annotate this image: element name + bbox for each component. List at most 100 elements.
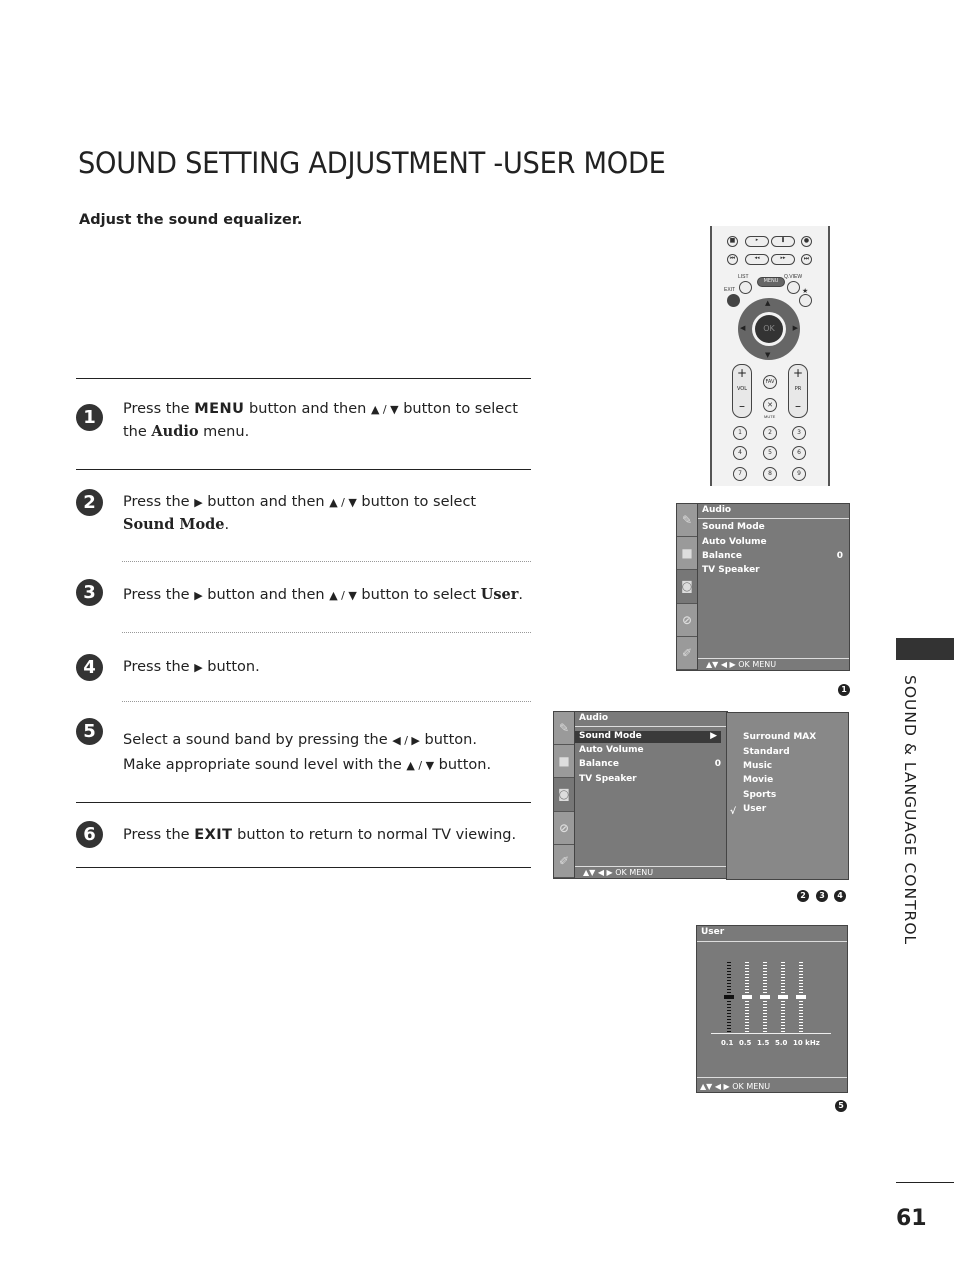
step-badge: 3 [816,890,828,902]
number-button[interactable]: 2 [763,426,777,440]
divider [76,802,531,803]
page-number-rule [896,1182,954,1183]
menu-item[interactable]: Auto Volume [579,745,721,755]
step-number: 4 [76,654,103,681]
step-4-text: Press the ▶ button. [123,659,260,675]
osd-footer-hint: ▲▼ ◀ ▶ OK MENU [583,868,654,877]
program-rocker[interactable]: + PR – [788,364,808,418]
osd-sound-mode-menu: ✎ ■ ◙ ⊘ ✐ Audio Sound Mode ▶ Auto Volume … [553,711,849,881]
eq-baseline [711,1033,831,1034]
navigation-ring[interactable]: OK ▲ ▼ ◀ ▶ [738,298,800,360]
number-button[interactable]: 7 [733,467,747,481]
dotted-divider [122,632,531,633]
qview-label: Q.VIEW [784,274,803,280]
time-icon: ⊘ [677,604,697,637]
osd-side-icons: ✎ ■ ◙ ⊘ ✐ [676,503,698,671]
star-button[interactable] [799,294,812,307]
number-button[interactable]: 9 [792,467,806,481]
tools-icon: ✐ [677,637,697,670]
pause-button[interactable]: ❚ [771,236,795,247]
dotted-divider [122,701,531,702]
menu-item[interactable]: TV Speaker [579,774,721,784]
exit-button[interactable] [727,294,740,307]
osd-header: Audio [579,713,609,723]
play-button[interactable]: ▸ [745,236,769,247]
osd-footer-hint: ▲▼ ◀ ▶ OK MENU [700,1082,771,1091]
menu-item[interactable]: Balance 0 [579,759,721,769]
number-button[interactable]: 3 [792,426,806,440]
submenu-option[interactable]: Movie [743,775,773,785]
step-badge: 4 [834,890,846,902]
page-title: SOUND SETTING ADJUSTMENT -USER MODE [78,146,666,180]
volume-rocker[interactable]: + VOL – [732,364,752,418]
section-tab-marker [896,638,954,660]
eq-band-label: 0.1 [721,1039,734,1047]
remote-control: ■ ▸ ❚ ● ⏮ ◂◂ ▸▸ ⏭ LIST MENU Q.VIEW EXIT … [710,226,830,486]
step-1-text: Press the MENU button and then ▲ / ▼ but… [123,401,518,440]
step-badge: 1 [838,684,850,696]
submenu-option[interactable]: Sports [743,790,776,800]
satellite-icon: ✎ [677,504,697,538]
up-arrow-icon[interactable]: ▲ [765,299,770,307]
step-badge: 2 [797,890,809,902]
fav-button[interactable]: FAV [763,375,777,389]
speaker-icon: ◙ [554,778,574,812]
ok-button[interactable]: OK [755,315,783,343]
number-button[interactable]: 6 [792,446,806,460]
number-button[interactable]: 1 [733,426,747,440]
mute-button[interactable]: ✕ [763,398,777,412]
submenu-option[interactable]: Music [743,761,772,771]
submenu-option[interactable]: Standard [743,747,790,757]
step-number: 5 [76,718,103,745]
mute-label: MUTE [764,414,776,419]
check-icon: √ [730,807,737,817]
stop-button[interactable]: ■ [727,236,738,247]
record-button[interactable]: ● [801,236,812,247]
divider [76,378,531,379]
divider [76,469,531,470]
eq-band-label: 10 kHz [793,1039,820,1047]
down-arrow-icon[interactable]: ▼ [765,351,770,359]
qview-button[interactable] [787,281,800,294]
step-number: 3 [76,579,103,606]
page-subtitle: Adjust the sound equalizer. [79,212,303,228]
osd-side-icons: ✎ ■ ◙ ⊘ ✐ [553,711,575,879]
speaker-icon: ◙ [677,570,697,604]
list-button[interactable] [739,281,752,294]
right-arrow-icon[interactable]: ▶ [793,324,798,332]
menu-item[interactable]: Sound Mode [702,522,843,532]
eq-band-knob[interactable] [742,995,752,999]
eq-band-label: 0.5 [739,1039,752,1047]
picture-icon: ■ [554,745,574,779]
forward-button[interactable]: ▸▸ [771,254,795,265]
step-5-text: Select a sound band by pressing the ◀ / … [123,732,492,773]
menu-item[interactable]: Auto Volume [702,537,843,547]
submenu-option-selected[interactable]: User [743,804,766,814]
time-icon: ⊘ [554,812,574,845]
menu-item[interactable]: Balance 0 [702,551,843,561]
list-label: LIST [738,274,749,280]
eq-band-knob[interactable] [778,995,788,999]
submenu-option[interactable]: Surround MAX [743,732,816,742]
number-button[interactable]: 5 [763,446,777,460]
eq-band-knob[interactable] [724,995,734,999]
osd-footer-hint: ▲▼ ◀ ▶ OK MENU [706,660,777,669]
menu-item-selected[interactable]: Sound Mode ▶ [575,731,721,743]
eq-band-knob[interactable] [796,995,806,999]
prev-button[interactable]: ⏮ [727,254,738,265]
step-number: 1 [76,404,103,431]
step-badge: 5 [835,1100,847,1112]
eq-band-label: 1.5 [757,1039,770,1047]
menu-item[interactable]: TV Speaker [702,565,843,575]
number-button[interactable]: 4 [733,446,747,460]
dotted-divider [122,561,531,562]
step-3-text: Press the ▶ button and then ▲ / ▼ button… [123,586,524,603]
left-arrow-icon[interactable]: ◀ [740,324,745,332]
rewind-button[interactable]: ◂◂ [745,254,769,265]
next-button[interactable]: ⏭ [801,254,812,265]
step-number: 2 [76,489,103,516]
eq-band-knob[interactable] [760,995,770,999]
number-button[interactable]: 8 [763,467,777,481]
section-tab-label: SOUND & LANGUAGE CONTROL [901,675,919,946]
menu-button[interactable]: MENU [757,277,785,287]
